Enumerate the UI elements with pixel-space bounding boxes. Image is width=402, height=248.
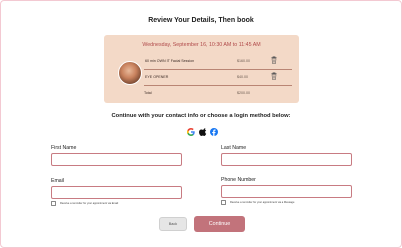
sms-reminder-text: Receive a reminder for your appointment … xyxy=(230,201,295,205)
service-price: $40.00 xyxy=(237,75,248,79)
service-name: EYE OPENER xyxy=(145,75,169,79)
total-row: Total $200.00 xyxy=(144,91,292,95)
service-row: 60 min OWN IT Facial Session $160.00 xyxy=(144,56,292,70)
booking-summary-card: Wednesday, September 16, 10:30 AM to 11:… xyxy=(104,35,299,103)
sms-reminder-checkbox[interactable] xyxy=(221,200,226,205)
facebook-icon[interactable] xyxy=(210,128,218,136)
total-price: $200.00 xyxy=(237,91,250,95)
sms-reminder-row[interactable]: Receive a reminder for your appointment … xyxy=(221,200,294,205)
appointment-date: Wednesday, September 16, 10:30 AM to 11:… xyxy=(142,42,261,48)
first-name-label: First Name xyxy=(51,145,77,151)
page-title: Review Your Details, Then book xyxy=(148,17,254,24)
email-reminder-row[interactable]: Receive a reminder for your appointment … xyxy=(51,201,118,206)
total-label: Total xyxy=(144,91,152,95)
login-methods xyxy=(187,128,219,137)
email-reminder-checkbox[interactable] xyxy=(51,201,56,206)
booking-review-page: Review Your Details, Then book Wednesday… xyxy=(0,0,402,248)
trash-icon[interactable] xyxy=(270,72,278,80)
trash-icon[interactable] xyxy=(270,56,278,64)
last-name-input[interactable] xyxy=(221,153,352,166)
apple-icon[interactable] xyxy=(199,128,207,136)
last-name-label: Last Name xyxy=(221,145,247,151)
provider-avatar xyxy=(118,61,142,85)
google-icon[interactable] xyxy=(187,128,195,136)
email-reminder-text: Receive a reminder for your appointment … xyxy=(60,202,119,206)
contact-heading: Continue with your contact info or choos… xyxy=(111,113,291,119)
service-price: $160.00 xyxy=(237,59,250,63)
email-label: Email xyxy=(51,178,64,184)
email-input[interactable] xyxy=(51,186,182,199)
first-name-input[interactable] xyxy=(51,153,182,166)
service-row: EYE OPENER $40.00 xyxy=(144,72,292,86)
back-button[interactable]: Back xyxy=(159,217,187,231)
phone-label: Phone Number xyxy=(221,177,256,183)
continue-button[interactable]: Continue xyxy=(194,216,245,232)
phone-input[interactable] xyxy=(221,185,352,198)
service-name: 60 min OWN IT Facial Session xyxy=(145,59,195,63)
